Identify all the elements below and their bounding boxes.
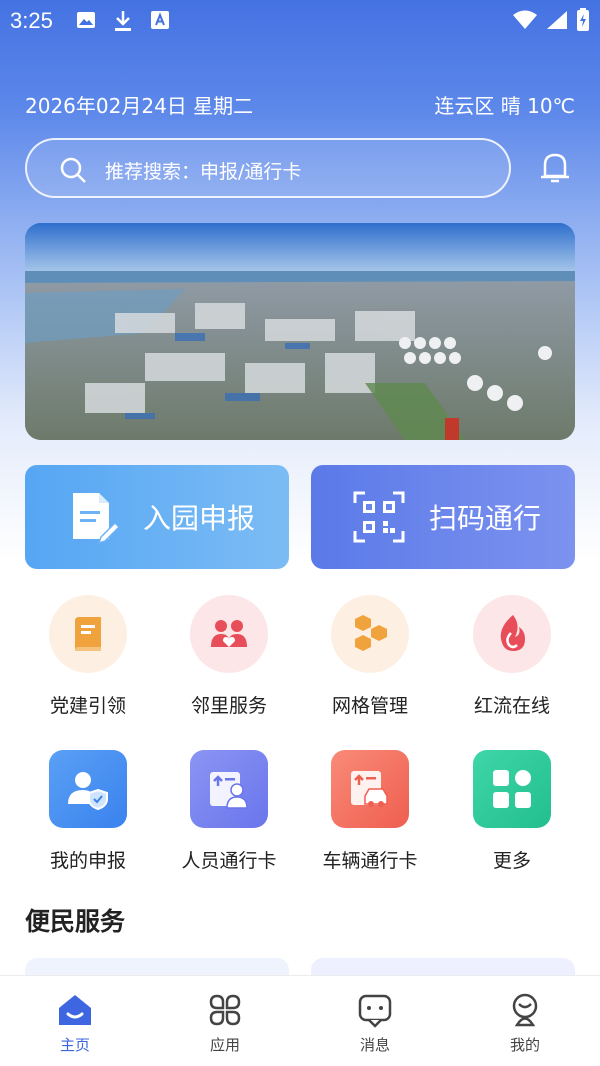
service-label: 网格管理 xyxy=(331,695,408,717)
user-shield-icon xyxy=(49,750,127,828)
banner-image[interactable] xyxy=(25,223,575,440)
service-label: 党建引领 xyxy=(49,695,126,717)
hexagon-grid-icon xyxy=(331,595,409,673)
tab-label: 我的 xyxy=(509,1036,540,1054)
person-card-icon xyxy=(190,750,268,828)
text-notification-icon xyxy=(151,11,169,29)
search-bar[interactable]: 推荐搜索：申报/通行卡 xyxy=(25,138,511,198)
service-neighborhood[interactable]: 邻里服务 xyxy=(159,595,299,718)
service-red-stream-online[interactable]: 红流在线 xyxy=(442,595,582,718)
qr-code-icon xyxy=(353,491,405,543)
service-label: 我的申报 xyxy=(49,850,126,872)
signal-icon xyxy=(547,11,567,29)
tab-messages[interactable]: 消息 xyxy=(325,990,425,1055)
tab-label: 主页 xyxy=(59,1036,90,1054)
flame-icon xyxy=(473,595,551,673)
service-personnel-pass[interactable]: 人员通行卡 xyxy=(159,750,299,873)
status-time: 3:25 xyxy=(10,8,53,33)
service-label: 红流在线 xyxy=(473,695,550,717)
entry-application-label: 入园申报 xyxy=(143,502,256,535)
weather-label: 连云区 晴 10℃ xyxy=(434,94,575,118)
people-heart-icon xyxy=(190,595,268,673)
tab-label: 消息 xyxy=(359,1036,390,1054)
service-label: 人员通行卡 xyxy=(181,850,277,872)
home-icon xyxy=(59,995,91,1025)
bottom-tab-bar: 主页 应用 消息 我的 xyxy=(0,975,600,1066)
service-label: 车辆通行卡 xyxy=(322,850,418,872)
wifi-icon xyxy=(513,10,537,29)
section-title: 便民服务 xyxy=(25,907,126,936)
entry-application-button[interactable]: 入园申报 xyxy=(25,465,289,569)
document-edit-icon xyxy=(73,493,121,545)
search-placeholder: 推荐搜索：申报/通行卡 xyxy=(105,161,302,183)
scan-pass-button[interactable]: 扫码通行 xyxy=(311,465,575,569)
download-notification-icon xyxy=(115,11,131,31)
image-notification-icon xyxy=(77,12,95,28)
service-my-application[interactable]: 我的申报 xyxy=(18,750,158,873)
service-more[interactable]: 更多 xyxy=(442,750,582,873)
apps-icon xyxy=(209,994,241,1026)
tab-apps[interactable]: 应用 xyxy=(175,990,275,1055)
status-bar: 3:25 xyxy=(0,0,600,44)
profile-icon xyxy=(512,993,538,1027)
grid-more-icon xyxy=(473,750,551,828)
date-label: 2026年02月24日 星期二 xyxy=(25,94,254,118)
industrial-park-aerial-image xyxy=(25,223,575,440)
tab-home[interactable]: 主页 xyxy=(25,990,125,1055)
service-label: 更多 xyxy=(492,850,531,872)
scan-pass-label: 扫码通行 xyxy=(429,502,542,535)
car-card-icon xyxy=(331,750,409,828)
service-vehicle-pass[interactable]: 车辆通行卡 xyxy=(300,750,440,873)
battery-icon xyxy=(577,8,589,31)
service-label: 邻里服务 xyxy=(190,695,267,717)
message-icon xyxy=(358,994,392,1028)
tab-label: 应用 xyxy=(209,1036,240,1054)
tab-profile[interactable]: 我的 xyxy=(475,990,575,1055)
bell-icon[interactable] xyxy=(537,150,573,186)
book-icon xyxy=(49,595,127,673)
service-party-building[interactable]: 党建引领 xyxy=(18,595,158,718)
search-icon xyxy=(60,157,86,183)
service-grid-management[interactable]: 网格管理 xyxy=(300,595,440,718)
